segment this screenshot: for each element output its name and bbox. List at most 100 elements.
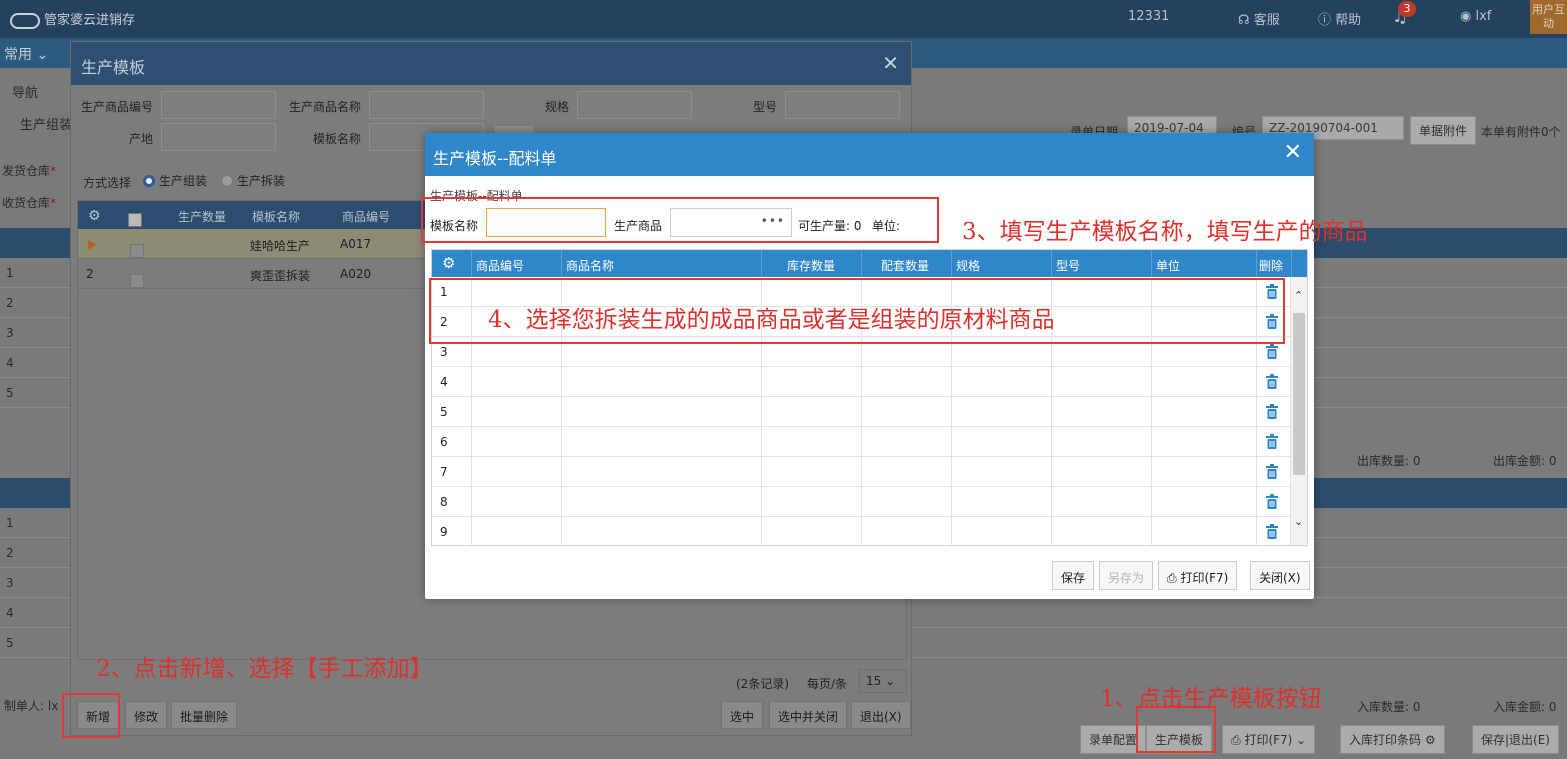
dialog-title: 生产模板	[81, 58, 146, 77]
trash-icon[interactable]	[1266, 524, 1278, 539]
table-row[interactable]: 8	[432, 487, 1307, 517]
user-interaction-button[interactable]: 用户互动	[1530, 0, 1567, 34]
attachment-button[interactable]: 单据附件	[1410, 116, 1477, 145]
save-button[interactable]: 保存	[1052, 561, 1095, 590]
column-header[interactable]: 商品编号	[342, 208, 390, 225]
app-logo[interactable]: 管家婆云进销存	[10, 9, 135, 29]
origin-input[interactable]	[161, 123, 276, 151]
table-row[interactable]: 5	[432, 397, 1307, 427]
method-disassemble-option[interactable]: 生产拆装	[221, 172, 285, 189]
outgoing-warehouse-label: 发货仓库*	[2, 164, 57, 178]
dialog-title-bar: 生产模板--配料单 ✕	[425, 133, 1314, 176]
annotation-step-1: 1、点击生产模板按钮	[1100, 686, 1322, 712]
row-number: 5	[440, 405, 448, 419]
chevron-up-icon[interactable]: ⌃	[1294, 289, 1303, 302]
column-header[interactable]: 生产数量	[178, 208, 226, 225]
column-header[interactable]: 规格	[956, 257, 980, 274]
column-header[interactable]: 商品名称	[566, 257, 614, 274]
row-number: 8	[440, 495, 448, 509]
batch-delete-button[interactable]: 批量删除	[171, 701, 238, 729]
common-menu[interactable]: 常用	[4, 47, 32, 63]
dialog-title-bar: 生产模板 ✕	[71, 42, 911, 85]
column-header[interactable]: 商品编号	[476, 257, 524, 274]
column-header[interactable]: 型号	[1056, 257, 1080, 274]
product-code-input[interactable]	[161, 91, 276, 119]
per-page-select[interactable]: 15 ⌄	[859, 669, 907, 693]
trash-icon[interactable]	[1266, 374, 1278, 389]
annotation-box-add	[62, 693, 120, 738]
close-icon[interactable]: ✕	[882, 51, 899, 75]
column-header[interactable]: 单位	[1156, 257, 1180, 274]
product-code-cell: A020	[340, 267, 372, 281]
help-icon: ⓘ	[1318, 13, 1332, 28]
template-name-label: 模板名称	[313, 132, 362, 146]
row-number: 2	[86, 267, 94, 281]
save-as-button: 另存为	[1099, 561, 1154, 590]
row-number: 6	[440, 435, 448, 449]
table-scrollbar[interactable]: ⌃ ⌄	[1290, 277, 1307, 545]
trash-icon[interactable]	[1266, 464, 1278, 479]
edit-button[interactable]: 修改	[125, 701, 168, 729]
nav-label[interactable]: 导航	[12, 82, 38, 101]
dialog-title: 生产模板--配料单	[433, 149, 557, 168]
print-button[interactable]: ⎙ 打印(F7)	[1158, 561, 1238, 590]
user-icon: ◉	[1460, 9, 1472, 24]
row-number: 7	[440, 465, 448, 479]
attachment-count: 本单有附件0个	[1481, 125, 1561, 139]
table-row[interactable]: 9	[432, 517, 1307, 545]
radio-icon	[143, 175, 155, 187]
scrollbar-thumb[interactable]	[1293, 313, 1305, 475]
account-id: 12331	[1128, 9, 1170, 24]
close-icon[interactable]: ✕	[1284, 140, 1302, 165]
trash-icon[interactable]	[1266, 434, 1278, 449]
headset-icon: ☊	[1238, 13, 1250, 28]
column-header[interactable]: 库存数量	[787, 257, 835, 274]
table-row[interactable]: 4	[432, 367, 1307, 397]
table-header: ⚙ 商品编号 商品名称 库存数量 配套数量 规格 型号 单位 删除	[432, 250, 1307, 277]
chevron-down-icon[interactable]: ⌄	[1296, 733, 1306, 747]
product-code-cell: A017	[340, 237, 372, 251]
method-assemble-option[interactable]: 生产组装	[143, 172, 207, 189]
annotation-step-3: 3、填写生产模板名称，填写生产的商品	[962, 219, 1368, 245]
print-button[interactable]: ⎙ 打印(F7) ⌄	[1222, 725, 1316, 754]
in-amount: 入库金额: 0	[1493, 700, 1557, 714]
notification-badge: 3	[1398, 1, 1416, 17]
model-label: 型号	[753, 100, 778, 114]
table-row[interactable]: 7	[432, 457, 1307, 487]
trash-icon[interactable]	[1266, 344, 1278, 359]
select-and-close-button[interactable]: 选中并关闭	[769, 701, 848, 729]
table-row[interactable]: 6	[432, 427, 1307, 457]
user-menu[interactable]: ◉ lxf	[1460, 9, 1491, 24]
close-button[interactable]: 关闭(X)	[1250, 561, 1310, 590]
barcode-print-button[interactable]: 入库打印条码 ⚙	[1340, 725, 1445, 754]
column-header[interactable]: 配套数量	[881, 257, 929, 274]
annotation-box-template-fields	[421, 197, 939, 243]
select-button[interactable]: 选中	[721, 701, 764, 729]
help-link[interactable]: ⓘ 帮助	[1318, 9, 1361, 28]
column-header[interactable]: 删除	[1259, 257, 1283, 274]
annotation-box-template-button	[1136, 706, 1216, 753]
gear-icon[interactable]: ⚙	[1425, 733, 1436, 747]
gear-icon[interactable]: ⚙	[442, 254, 455, 272]
trash-icon[interactable]	[1266, 494, 1278, 509]
exit-button[interactable]: 退出(X)	[851, 701, 911, 729]
template-name-cell: 娃哈哈生产	[250, 239, 311, 253]
column-header[interactable]: 模板名称	[252, 208, 300, 225]
chevron-down-icon: ⌄	[885, 674, 896, 688]
app-name: 管家婆云进销存	[44, 13, 136, 28]
spec-input[interactable]	[577, 91, 692, 119]
per-page-label: 每页/条	[807, 677, 848, 691]
trash-icon[interactable]	[1266, 404, 1278, 419]
maker-label: 制单人: lx	[4, 699, 59, 713]
save-exit-button[interactable]: 保存|退出(E)	[1472, 725, 1559, 754]
page-tab[interactable]: 生产组装	[20, 114, 72, 133]
chevron-down-icon[interactable]: ⌄	[1294, 515, 1303, 528]
template-name-cell: 爽歪歪拆装	[250, 269, 311, 283]
support-link[interactable]: ☊ 客服	[1238, 9, 1280, 28]
product-name-input[interactable]	[369, 91, 484, 119]
gear-icon[interactable]: ⚙	[88, 208, 101, 224]
incoming-warehouse-label: 收货仓库*	[2, 196, 57, 210]
model-input[interactable]	[785, 91, 900, 119]
chevron-down-icon: ⌄	[36, 47, 49, 63]
out-quantity: 出库数量: 0	[1357, 454, 1421, 468]
